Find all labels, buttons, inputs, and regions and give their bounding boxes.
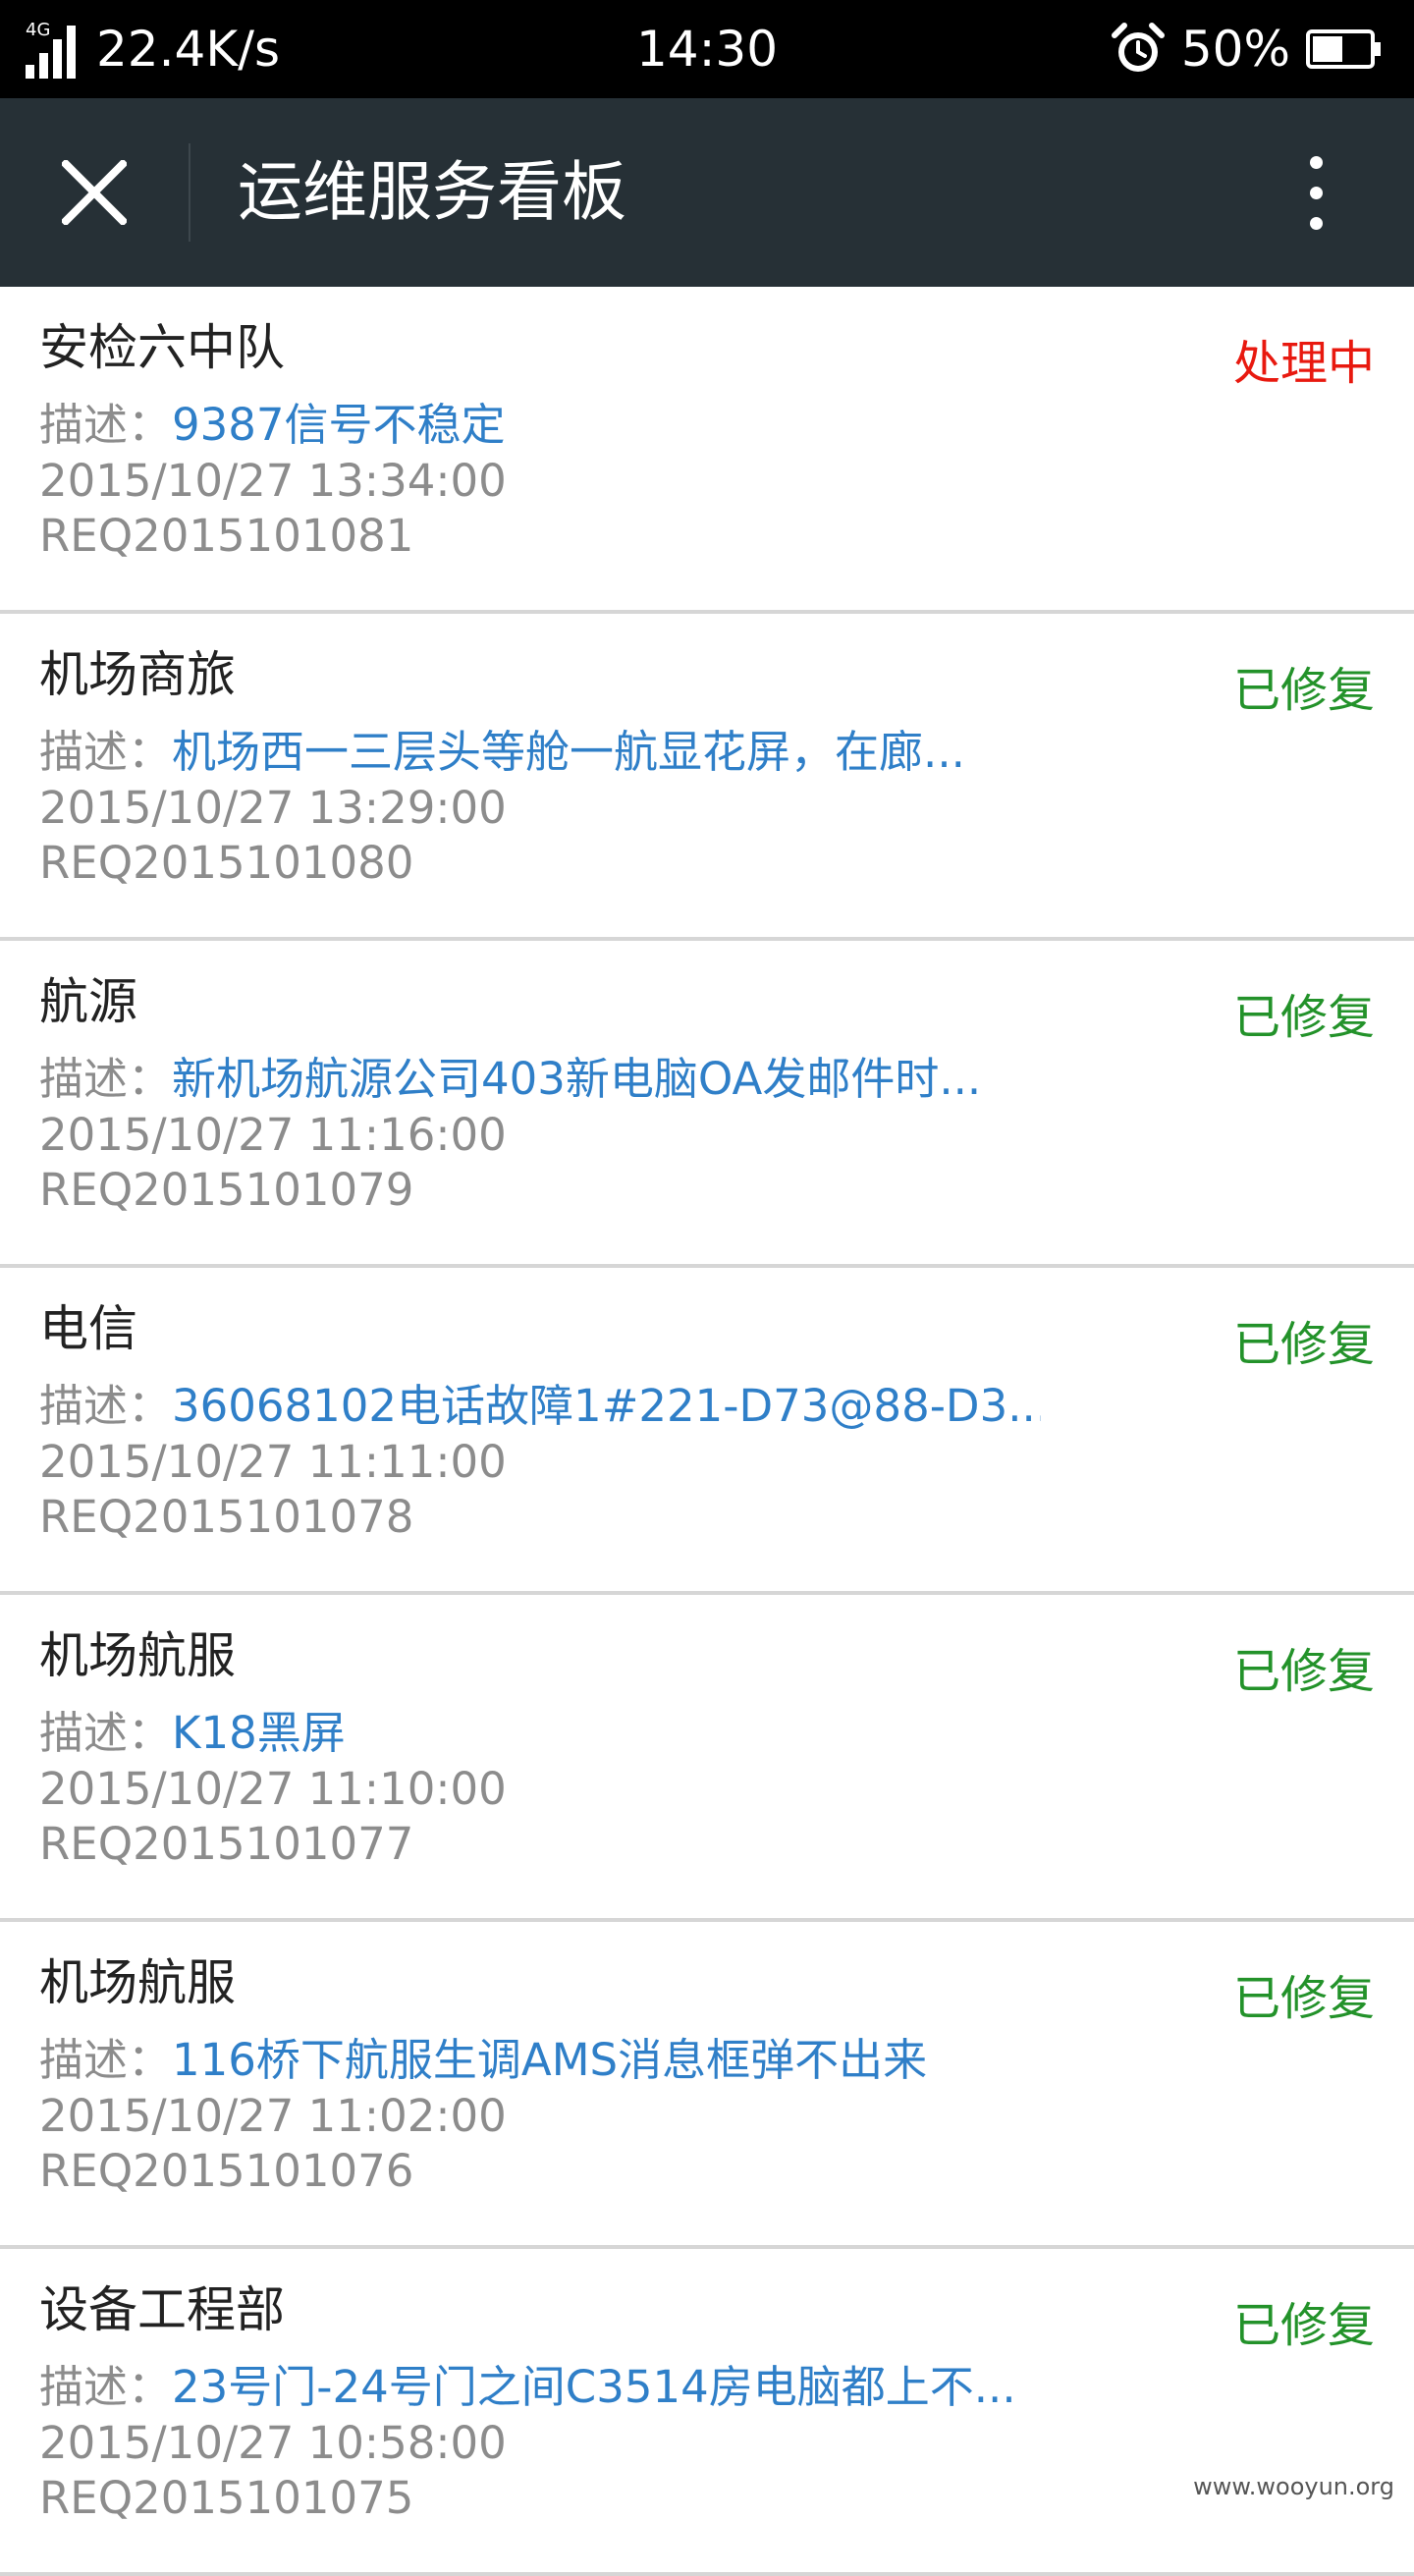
status-badge: 处理中 xyxy=(1233,334,1375,393)
description-label: 描述： xyxy=(39,1380,172,1432)
ticket-title: 安检六中队 xyxy=(39,318,285,377)
description-text[interactable]: 9387信号不稳定 xyxy=(172,399,506,451)
ticket-datetime: 2015/10/27 13:34:00 xyxy=(39,454,507,509)
ticket-datetime: 2015/10/27 13:29:00 xyxy=(39,781,507,836)
ticket-item[interactable]: 安检六中队 处理中 描述：9387信号不稳定 2015/10/27 13:34:… xyxy=(0,287,1414,614)
ticket-description: 描述：新机场航源公司403新电脑OA发邮件时... xyxy=(39,1052,1041,1107)
status-right: 50% xyxy=(1111,18,1383,81)
ticket-req-id: REQ2015101076 xyxy=(39,2144,413,2199)
ticket-item[interactable]: 机场航服 已修复 描述：116桥下航服生调AMS消息框弹不出来 2015/10/… xyxy=(0,1922,1414,2249)
description-label: 描述： xyxy=(39,399,172,451)
ticket-description: 描述：36068102电话故障1#221-D73@88-D3... xyxy=(39,1379,1041,1434)
ticket-datetime: 2015/10/27 11:11:00 xyxy=(39,1435,507,1490)
description-text[interactable]: 116桥下航服生调AMS消息框弹不出来 xyxy=(172,2034,927,2086)
ticket-req-id: REQ2015101080 xyxy=(39,836,413,891)
ticket-req-id: REQ2015101079 xyxy=(39,1163,413,1218)
description-text[interactable]: 新机场航源公司403新电脑OA发邮件时... xyxy=(172,1053,981,1105)
ticket-description: 描述：9387信号不稳定 xyxy=(39,398,1041,453)
ticket-list: 安检六中队 处理中 描述：9387信号不稳定 2015/10/27 13:34:… xyxy=(0,287,1414,2576)
description-text[interactable]: 36068102电话故障1#221-D73@88-D3... xyxy=(172,1380,1041,1432)
ticket-title: 电信 xyxy=(39,1299,137,1358)
battery-percent: 50% xyxy=(1181,18,1290,81)
ticket-description: 描述：机场西一三层头等舱一航显花屏，在廊... xyxy=(39,725,1041,780)
close-icon xyxy=(62,160,127,225)
ticket-title: 机场航服 xyxy=(39,1626,236,1685)
description-label: 描述： xyxy=(39,1053,172,1105)
ticket-datetime: 2015/10/27 11:10:00 xyxy=(39,1762,507,1817)
ticket-item[interactable]: 设备工程部 已修复 描述：23号门-24号门之间C3514房电脑都上不... 2… xyxy=(0,2249,1414,2576)
ticket-req-id: REQ2015101077 xyxy=(39,1817,413,1872)
ticket-item[interactable]: 机场商旅 已修复 描述：机场西一三层头等舱一航显花屏，在廊... 2015/10… xyxy=(0,614,1414,941)
more-vertical-icon-dot xyxy=(1310,217,1323,230)
ticket-req-id: REQ2015101081 xyxy=(39,509,413,564)
ticket-datetime: 2015/10/27 11:16:00 xyxy=(39,1108,507,1163)
ticket-title: 设备工程部 xyxy=(39,2280,285,2339)
status-badge: 已修复 xyxy=(1233,1969,1375,2028)
ticket-title: 机场商旅 xyxy=(39,645,236,704)
ticket-datetime: 2015/10/27 10:58:00 xyxy=(39,2416,507,2471)
ticket-title: 机场航服 xyxy=(39,1953,236,2012)
more-vertical-icon xyxy=(1310,156,1323,169)
status-bar: 4G 22.4K/s 14:30 50% xyxy=(0,0,1414,98)
description-label: 描述： xyxy=(39,2361,172,2413)
status-badge: 已修复 xyxy=(1233,1642,1375,1701)
app-bar: 运维服务看板 xyxy=(0,98,1414,287)
description-text[interactable]: K18黑屏 xyxy=(172,1707,346,1759)
status-badge: 已修复 xyxy=(1233,2296,1375,2355)
description-label: 描述： xyxy=(39,1707,172,1759)
ticket-item[interactable]: 航源 已修复 描述：新机场航源公司403新电脑OA发邮件时... 2015/10… xyxy=(0,941,1414,1268)
more-options-button[interactable] xyxy=(1286,143,1345,242)
ticket-req-id: REQ2015101078 xyxy=(39,1490,413,1545)
ticket-title: 航源 xyxy=(39,972,137,1031)
description-label: 描述： xyxy=(39,2034,172,2086)
status-badge: 已修复 xyxy=(1233,988,1375,1047)
app-bar-divider xyxy=(189,143,190,242)
status-badge: 已修复 xyxy=(1233,1315,1375,1374)
status-badge: 已修复 xyxy=(1233,661,1375,720)
description-text[interactable]: 23号门-24号门之间C3514房电脑都上不... xyxy=(172,2361,1016,2413)
ticket-description: 描述：116桥下航服生调AMS消息框弹不出来 xyxy=(39,2033,1041,2088)
more-vertical-icon-dot xyxy=(1310,187,1323,199)
close-button[interactable] xyxy=(47,145,141,240)
description-text[interactable]: 机场西一三层头等舱一航显花屏，在廊... xyxy=(172,726,965,778)
ticket-description: 描述：23号门-24号门之间C3514房电脑都上不... xyxy=(39,2360,1041,2415)
watermark: www.wooyun.org xyxy=(1193,2473,1394,2500)
ticket-description: 描述：K18黑屏 xyxy=(39,1706,1041,1761)
ticket-item[interactable]: 机场航服 已修复 描述：K18黑屏 2015/10/27 11:10:00 RE… xyxy=(0,1595,1414,1922)
ticket-item[interactable]: 电信 已修复 描述：36068102电话故障1#221-D73@88-D3...… xyxy=(0,1268,1414,1595)
alarm-icon xyxy=(1111,22,1166,77)
ticket-req-id: REQ2015101075 xyxy=(39,2471,413,2526)
description-label: 描述： xyxy=(39,726,172,778)
ticket-datetime: 2015/10/27 11:02:00 xyxy=(39,2089,507,2144)
battery-icon xyxy=(1306,29,1383,69)
page-title: 运维服务看板 xyxy=(238,153,626,232)
